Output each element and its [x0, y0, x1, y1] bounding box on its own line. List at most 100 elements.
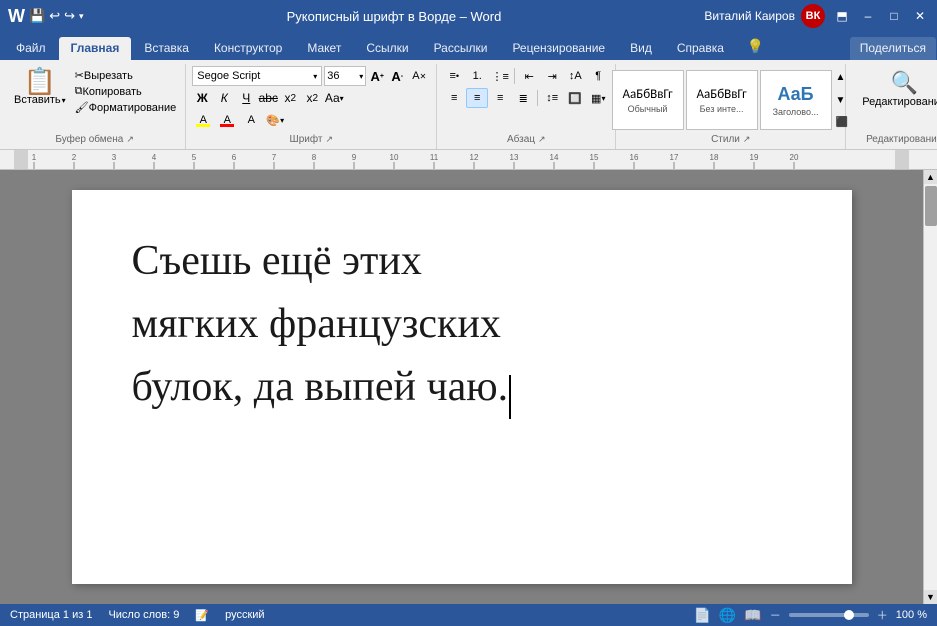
align-center-button[interactable]: ≡: [466, 88, 488, 108]
status-right: 📄 🌐 📖 － ＋ 100 %: [693, 607, 927, 624]
tab-insert[interactable]: Вставка: [132, 37, 201, 60]
user-area: Виталий Каиров ВК: [704, 4, 825, 28]
print-layout-view-btn[interactable]: 📄: [693, 607, 710, 624]
style-no-spacing-item[interactable]: АаБбВвГг Без инте...: [686, 70, 758, 130]
scroll-up-button[interactable]: ▲: [924, 170, 937, 184]
decrease-indent-button[interactable]: ⇤: [518, 66, 540, 86]
font-expand-icon[interactable]: ↗: [325, 134, 333, 145]
align-right-button[interactable]: ≡: [489, 88, 511, 108]
styles-label: Стили ↗: [622, 134, 839, 147]
tab-file[interactable]: Файл: [4, 37, 58, 60]
undo-icon[interactable]: ↩: [49, 8, 60, 24]
paste-button[interactable]: 📋 Вставить▾: [10, 66, 70, 115]
user-avatar[interactable]: ВК: [801, 4, 825, 28]
borders-button[interactable]: ▦▾: [587, 88, 609, 108]
close-btn[interactable]: ✕: [911, 7, 929, 25]
shading-para-button[interactable]: 🔲: [564, 88, 586, 108]
tab-help[interactable]: Справка: [665, 37, 736, 60]
clipboard-expand-icon[interactable]: ↗: [126, 134, 134, 145]
para-row1: ≡• 1. ⋮≡ ⇤ ⇥ ↕A ¶: [443, 66, 609, 86]
quick-access: W 💾 ↩ ↪ ▾: [8, 6, 84, 27]
svg-text:10: 10: [390, 153, 399, 162]
numbering-button[interactable]: 1.: [466, 66, 488, 86]
zoom-level[interactable]: 100 %: [896, 609, 927, 621]
restore-btn[interactable]: □: [885, 7, 903, 25]
style-normal-item[interactable]: АаБбВвГг Обычный: [612, 70, 684, 130]
styles-expand-icon[interactable]: ↗: [743, 134, 751, 145]
minimize-btn[interactable]: –: [859, 7, 877, 25]
editing-label: Редактирование: [862, 96, 937, 108]
document-page[interactable]: Съешь ещё этих мягких французских булок,…: [72, 190, 852, 584]
tab-design[interactable]: Конструктор: [202, 37, 294, 60]
scroll-down-button[interactable]: ▼: [924, 590, 937, 604]
italic-button[interactable]: К: [214, 88, 234, 108]
save-icon[interactable]: 💾: [29, 8, 45, 24]
paragraph-content: ≡• 1. ⋮≡ ⇤ ⇥ ↕A ¶ ≡ ≡ ≡ ≣: [443, 66, 609, 134]
tab-layout[interactable]: Макет: [295, 37, 353, 60]
word-icon: W: [8, 6, 25, 27]
quick-access-dropdown[interactable]: ▾: [79, 11, 84, 22]
tab-view[interactable]: Вид: [618, 37, 664, 60]
style-heading-item[interactable]: АаБ Заголово...: [760, 70, 832, 130]
align-left-button[interactable]: ≡: [443, 88, 465, 108]
page-container[interactable]: Съешь ещё этих мягких французских булок,…: [0, 170, 923, 604]
text-effects-button[interactable]: A: [240, 110, 262, 130]
zoom-slider[interactable]: [789, 613, 869, 617]
svg-text:6: 6: [232, 153, 237, 162]
document-text[interactable]: Съешь ещё этих мягких французских булок,…: [132, 230, 792, 419]
web-view-btn[interactable]: 🌐: [719, 607, 736, 624]
para-expand-icon[interactable]: ↗: [538, 134, 546, 145]
tab-mailings[interactable]: Рассылки: [422, 37, 500, 60]
window-title: Рукописный шрифт в Ворде – Word: [287, 9, 502, 24]
shading-button[interactable]: 🎨▾: [264, 110, 286, 130]
redo-icon[interactable]: ↪: [64, 8, 75, 24]
font-color-button[interactable]: А: [216, 110, 238, 130]
read-view-btn[interactable]: 📖: [744, 607, 761, 624]
superscript-button[interactable]: x2: [302, 88, 322, 108]
language[interactable]: русский: [225, 609, 264, 621]
clear-format-button[interactable]: A✕: [408, 66, 430, 86]
paste-icon: 📋: [24, 68, 56, 94]
svg-text:14: 14: [550, 153, 559, 162]
copy-button[interactable]: ⧉ Копировать: [72, 84, 180, 99]
ribbon-display-btn[interactable]: ⬒: [833, 7, 851, 25]
show-marks-button[interactable]: ¶: [587, 66, 609, 86]
cut-button[interactable]: ✂ Вырезать: [72, 68, 180, 83]
proofing-icon: 📝: [195, 609, 209, 622]
bold-button[interactable]: Ж: [192, 88, 212, 108]
svg-text:20: 20: [790, 153, 799, 162]
page-info[interactable]: Страница 1 из 1: [10, 609, 92, 621]
text-highlight-button[interactable]: А: [192, 110, 214, 130]
font-size-select[interactable]: 36 ▾: [324, 66, 366, 86]
zoom-thumb[interactable]: [844, 610, 854, 620]
format-painter-button[interactable]: 🖌 Форматирование: [72, 100, 180, 115]
style-no-spacing-label: Без инте...: [700, 104, 744, 114]
lightbulb-icon[interactable]: 💡: [741, 34, 770, 60]
change-case-button[interactable]: Аа▾: [324, 88, 344, 108]
font-name-select[interactable]: Segoe Script ▾: [192, 66, 322, 86]
doc-area: Съешь ещё этих мягких французских булок,…: [0, 170, 937, 604]
vertical-scrollbar[interactable]: ▲ ▼: [923, 170, 937, 604]
justify-button[interactable]: ≣: [512, 88, 534, 108]
line-spacing-button[interactable]: ↕≡: [541, 88, 563, 108]
decrease-font-button[interactable]: A-: [388, 67, 406, 85]
subscript-button[interactable]: x2: [280, 88, 300, 108]
title-bar-right: Виталий Каиров ВК ⬒ – □ ✕: [704, 4, 929, 28]
tab-home[interactable]: Главная: [59, 37, 132, 60]
zoom-out-icon[interactable]: －: [770, 607, 781, 623]
strikethrough-button[interactable]: abc: [258, 88, 278, 108]
bullets-button[interactable]: ≡•: [443, 66, 465, 86]
tab-references[interactable]: Ссылки: [354, 37, 420, 60]
tab-share[interactable]: Поделиться: [850, 37, 936, 60]
zoom-in-icon[interactable]: ＋: [877, 607, 888, 623]
sort-button[interactable]: ↕A: [564, 66, 586, 86]
word-count[interactable]: Число слов: 9: [108, 609, 179, 621]
multilevel-button[interactable]: ⋮≡: [489, 66, 511, 86]
clipboard-label: Буфер обмена ↗: [10, 134, 179, 147]
tab-review[interactable]: Рецензирование: [500, 37, 617, 60]
editing-button[interactable]: 🔍 Редактирование: [852, 66, 937, 112]
increase-font-button[interactable]: A+: [368, 67, 386, 85]
scroll-thumb[interactable]: [925, 186, 937, 226]
underline-button[interactable]: Ч: [236, 88, 256, 108]
increase-indent-button[interactable]: ⇥: [541, 66, 563, 86]
